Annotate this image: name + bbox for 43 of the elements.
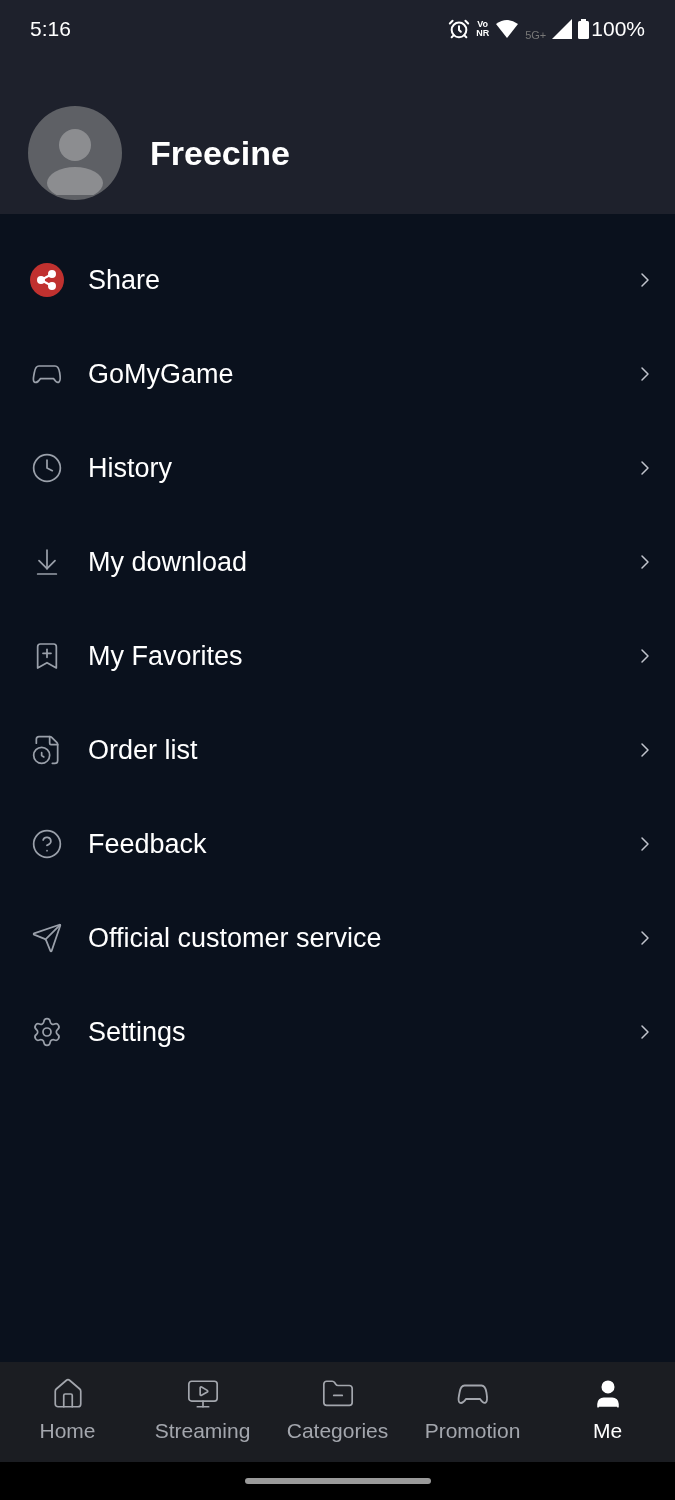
settings-icon (31, 1016, 63, 1048)
menu-item[interactable]: GoMyGame (0, 327, 675, 421)
menu-item-label: My Favorites (88, 639, 244, 673)
menu-item-label: Official customer service (88, 921, 383, 955)
nav-tab[interactable]: Streaming (135, 1377, 270, 1447)
menu-item-label: GoMyGame (88, 357, 235, 391)
alarm-icon (448, 18, 471, 40)
menu-item-label: Settings (88, 1015, 187, 1049)
menu-item-label: Share (88, 263, 162, 297)
menu-item-label: Order list (88, 733, 199, 767)
share-icon (30, 263, 64, 297)
menu-item-label: My download (88, 545, 249, 579)
nav-tab[interactable]: Categories (270, 1377, 405, 1447)
profile-name: Freecine (150, 132, 290, 174)
menu-item[interactable]: Official customer service (0, 891, 675, 985)
menu-item-label: Feedback (88, 827, 208, 861)
nav-tab-label: Home (39, 1418, 96, 1445)
menu-item[interactable]: My download (0, 515, 675, 609)
menu-item[interactable]: Settings (0, 985, 675, 1079)
wifi-icon (495, 19, 520, 39)
battery-percent: 100% (591, 16, 645, 43)
battery-icon (578, 19, 590, 39)
menu-item-label: History (88, 451, 173, 485)
clock-icon (31, 452, 63, 484)
question-icon (31, 828, 63, 860)
nav-tab[interactable]: Promotion (405, 1377, 540, 1447)
paper-plane-icon (31, 922, 63, 954)
nav-tab-label: Streaming (154, 1418, 251, 1445)
menu-item[interactable]: My Favorites (0, 609, 675, 703)
nav-tab-label: Promotion (424, 1418, 521, 1445)
nav-tab[interactable]: Me (540, 1377, 675, 1447)
menu-item[interactable]: Feedback (0, 797, 675, 891)
menu-item[interactable]: Order list (0, 703, 675, 797)
nav-tab-label: Me (592, 1418, 623, 1445)
volte-label: Vo (477, 20, 489, 29)
menu-item[interactable]: History (0, 421, 675, 515)
nav-tab[interactable]: Home (0, 1377, 135, 1447)
network-label: 5G+ (525, 28, 547, 44)
menu-item[interactable]: Share (0, 233, 675, 327)
nav-tab-label: Categories (286, 1418, 389, 1445)
volte-label: NR (476, 29, 490, 38)
signal-icon (552, 19, 573, 39)
status-time: 5:16 (30, 16, 71, 43)
